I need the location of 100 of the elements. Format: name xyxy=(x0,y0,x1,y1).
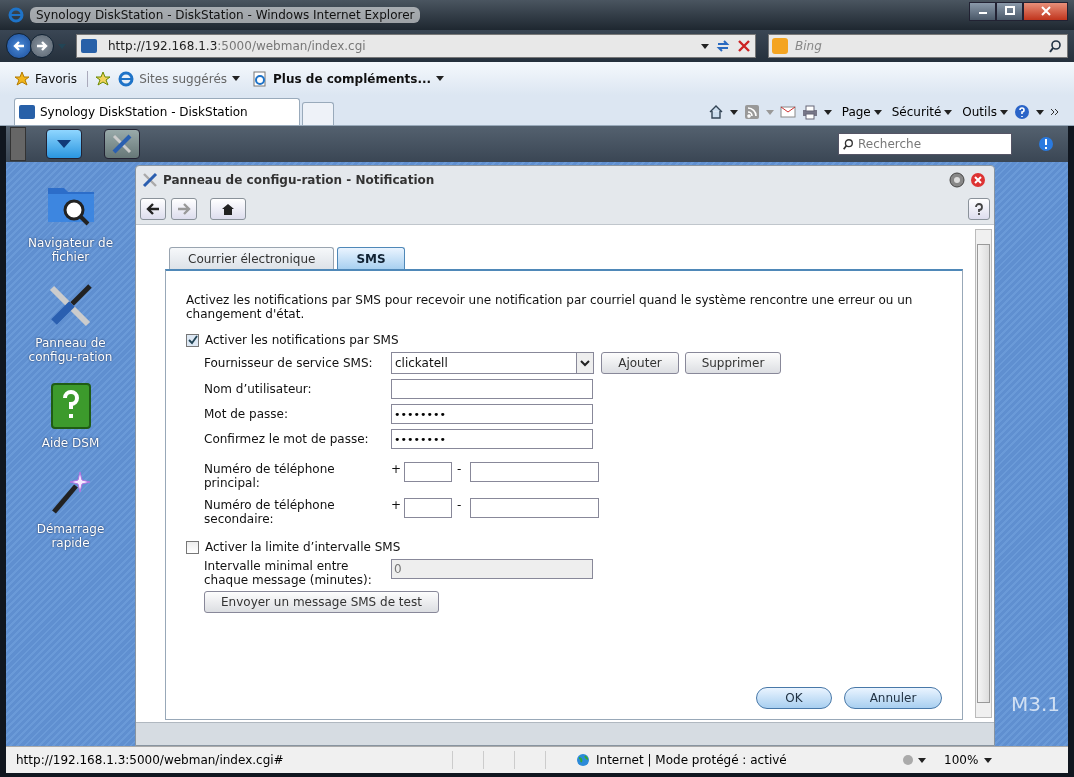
address-url: http://192.168.1.3:5000/webman/index.cgi xyxy=(108,39,367,53)
tools-icon xyxy=(142,172,158,188)
site-icon xyxy=(19,105,35,119)
taskbar-handle[interactable] xyxy=(10,127,26,161)
search-engine-icon xyxy=(772,38,788,54)
input-field[interactable]: •••••••• xyxy=(391,404,593,424)
phone-number-field[interactable] xyxy=(470,498,599,518)
phone-number-field[interactable] xyxy=(470,462,599,482)
caret-icon[interactable] xyxy=(701,43,709,49)
country-code-field[interactable] xyxy=(404,462,452,482)
favorites-item[interactable]: Sites suggérés xyxy=(118,70,246,87)
dialog-button[interactable]: OK xyxy=(756,687,832,709)
address-field[interactable]: http://192.168.1.3:5000/webman/index.cgi xyxy=(76,34,756,58)
forward-button[interactable] xyxy=(30,34,54,58)
mail-icon[interactable] xyxy=(779,106,796,118)
caret-icon xyxy=(436,76,445,81)
caret-icon xyxy=(1000,109,1008,115)
field-label: Mot de passe: xyxy=(204,407,289,421)
zoom-level[interactable]: 100% xyxy=(944,753,979,767)
help-button[interactable] xyxy=(968,198,990,220)
checkbox[interactable] xyxy=(186,333,199,347)
caret-icon[interactable] xyxy=(984,757,993,763)
site-icon xyxy=(81,39,97,53)
caret-icon xyxy=(873,109,882,115)
search-icon xyxy=(842,138,854,150)
back-button[interactable] xyxy=(6,33,32,59)
status-url: http://192.168.1.3:5000/webman/index.cgi# xyxy=(16,753,285,767)
close-icon xyxy=(1040,6,1051,16)
checkbox-label: Activer la limite d’intervalle SMS xyxy=(205,540,401,554)
command-menu[interactable]: Page xyxy=(841,105,882,119)
checkbox-label: Activer les notifications par SMS xyxy=(205,333,399,347)
field-label: Fournisseur de service SMS: xyxy=(204,356,374,370)
caret-icon[interactable] xyxy=(1036,109,1044,115)
action-button[interactable]: Supprimer xyxy=(685,352,781,374)
taskbar-app-button[interactable] xyxy=(104,129,140,159)
dialog-button[interactable]: Annuler xyxy=(844,687,942,709)
dash-sign: - xyxy=(457,498,463,512)
plus-sign: + xyxy=(391,462,399,476)
browser-tab[interactable]: Synology DiskStation - DiskStation xyxy=(14,98,300,125)
home-icon xyxy=(221,203,235,215)
provider-dropdown[interactable]: clickatell xyxy=(391,352,594,374)
stop-icon[interactable] xyxy=(737,39,751,53)
home-button[interactable] xyxy=(210,198,246,220)
help-book-icon[interactable] xyxy=(48,382,93,430)
caret-icon[interactable] xyxy=(729,109,738,115)
search-icon[interactable] xyxy=(1048,39,1062,53)
more-icon[interactable] xyxy=(1050,108,1060,116)
search-field[interactable]: Bing xyxy=(768,34,1068,58)
field-label: Confirmez le mot de passe: xyxy=(204,432,370,446)
caret-icon xyxy=(944,109,953,115)
back-arrow-icon xyxy=(12,39,26,53)
description-text: Activez les notifications par SMS pour recevoir une notification par courriel quand le système rencontre une erreur ou un changement d'état. xyxy=(186,293,914,321)
tools-icon xyxy=(111,133,133,155)
back-arrow-icon xyxy=(146,203,160,215)
maximize-button[interactable] xyxy=(996,1,1023,21)
help-icon[interactable] xyxy=(1014,104,1030,120)
command-menu[interactable]: Sécurité xyxy=(891,105,953,119)
maximize-icon xyxy=(1004,6,1015,16)
input-field[interactable] xyxy=(391,379,593,399)
add-favorite-icon[interactable] xyxy=(94,70,113,87)
printer-icon[interactable] xyxy=(801,104,818,120)
page-icon xyxy=(252,70,268,87)
tab[interactable]: SMS xyxy=(337,247,405,269)
close-button[interactable] xyxy=(1023,1,1068,21)
field-label: Numéro de téléphone secondaire: xyxy=(204,498,336,526)
dash-sign: - xyxy=(457,462,463,476)
browser-logo-icon xyxy=(118,70,135,87)
caret-icon xyxy=(56,139,72,149)
security-zone-text: Internet | Mode protégé : activé xyxy=(596,753,788,767)
home-icon[interactable] xyxy=(707,104,724,120)
globe-icon xyxy=(576,753,590,767)
dialog-title: Panneau de configu-ration - Notification xyxy=(163,173,436,187)
refresh-icon[interactable] xyxy=(715,38,731,54)
field-label: Nom d’utilisateur: xyxy=(204,382,313,396)
forward-arrow-icon xyxy=(35,39,49,53)
tab[interactable]: Courrier électronique xyxy=(169,247,335,269)
favorites-item[interactable]: Favoris xyxy=(14,70,89,87)
caret-icon xyxy=(232,76,240,81)
country-code-field[interactable] xyxy=(404,498,452,518)
favorites-item[interactable]: Plus de compléments... xyxy=(252,70,451,87)
field-label: Numéro de téléphone principal: xyxy=(204,462,336,490)
checkbox[interactable] xyxy=(186,540,199,554)
forward-arrow-icon xyxy=(177,203,191,215)
back-button[interactable] xyxy=(140,198,166,220)
command-menu[interactable]: Outils xyxy=(962,105,1008,119)
star-icon xyxy=(14,70,30,87)
input-field[interactable]: •••••••• xyxy=(391,429,593,449)
caret-icon[interactable] xyxy=(823,109,832,115)
main-menu-button[interactable] xyxy=(46,129,82,159)
feed-icon[interactable] xyxy=(743,104,760,120)
question-mark-icon xyxy=(974,203,984,215)
notification-icon[interactable] xyxy=(1038,136,1054,152)
minimize-button[interactable] xyxy=(969,1,996,21)
send-test-button[interactable]: Envoyer un message SMS de test xyxy=(204,591,439,613)
search-field[interactable]: Recherche xyxy=(838,133,1012,155)
action-button[interactable]: Ajouter xyxy=(601,352,679,374)
browser-logo-icon xyxy=(8,7,24,23)
field-label: Intervalle minimal entre chaque message (minutes): xyxy=(204,559,373,587)
scrollbar[interactable] xyxy=(975,229,992,718)
protected-mode-icon[interactable] xyxy=(902,754,926,766)
